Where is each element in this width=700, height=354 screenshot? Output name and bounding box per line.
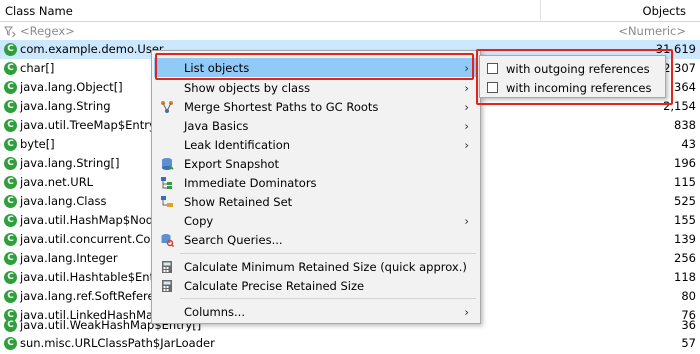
regex-filter-icon [4, 26, 16, 37]
menu-item-copy[interactable]: Copy › [154, 211, 478, 230]
merge-paths-icon [161, 101, 173, 113]
submenu-arrow-icon: › [464, 119, 469, 133]
outgoing-references-icon [487, 63, 498, 74]
class-c-icon: C [4, 214, 17, 227]
submenu-arrow-icon: › [464, 100, 469, 114]
submenu-arrow-icon: › [464, 305, 469, 319]
menu-item-show-retained-set[interactable]: Show Retained Set [154, 192, 478, 211]
class-c-icon: C [4, 176, 17, 189]
class-c-icon: C [4, 81, 17, 94]
menu-item-show-objects-by-class[interactable]: Show objects by class › [154, 78, 478, 97]
class-c-icon: C [4, 119, 17, 132]
submenu-arrow-icon: › [464, 214, 469, 228]
list-objects-submenu: with outgoing references with incoming r… [479, 55, 666, 98]
calculator-icon [162, 280, 172, 292]
menu-item-export-snapshot[interactable]: Export Snapshot [154, 154, 478, 173]
class-c-icon: C [4, 157, 17, 170]
class-c-icon: C [4, 252, 17, 265]
column-header-objects[interactable]: Objects [643, 4, 686, 18]
regex-filter-input[interactable]: <Regex> [20, 24, 75, 38]
search-queries-icon [161, 234, 174, 247]
retained-set-icon [161, 196, 173, 207]
menu-item-leak-identification[interactable]: Leak Identification › [154, 135, 478, 154]
submenu-item-incoming-references[interactable]: with incoming references [482, 78, 663, 97]
submenu-arrow-icon: › [464, 138, 469, 152]
menu-item-calc-min-retained[interactable]: Calculate Minimum Retained Size (quick a… [154, 257, 478, 276]
class-c-icon: C [4, 138, 17, 151]
menu-item-list-objects[interactable]: List objects › [154, 58, 478, 77]
class-c-icon: C [4, 62, 17, 75]
class-c-icon: C [4, 271, 17, 284]
menu-item-search-queries[interactable]: Search Queries... [154, 230, 478, 249]
column-divider[interactable] [540, 0, 541, 22]
export-snapshot-icon [162, 158, 174, 170]
class-c-icon: C [4, 337, 17, 350]
table-header: Class Name Objects [0, 0, 700, 22]
submenu-item-outgoing-references[interactable]: with outgoing references [482, 59, 663, 78]
menu-item-merge-shortest-paths[interactable]: Merge Shortest Paths to GC Roots › [154, 97, 478, 116]
class-c-icon: C [4, 290, 17, 303]
class-c-icon: C [4, 233, 17, 246]
menu-item-columns[interactable]: Columns... › [154, 302, 478, 321]
submenu-arrow-icon: › [464, 81, 469, 95]
incoming-references-icon [487, 82, 498, 93]
class-c-icon: C [4, 319, 17, 332]
dominators-tree-icon [161, 177, 172, 189]
column-header-class-name[interactable]: Class Name [5, 4, 73, 18]
submenu-arrow-icon: › [464, 61, 469, 75]
menu-item-calc-precise-retained[interactable]: Calculate Precise Retained Size [154, 276, 478, 295]
class-c-icon: C [4, 100, 17, 113]
numeric-filter-input[interactable]: <Numeric> [618, 24, 686, 38]
table-row[interactable]: Csun.misc.URLClassPath$JarLoader 57 [0, 334, 700, 353]
context-menu: List objects › Show objects by class › M… [151, 50, 481, 324]
filter-row: <Regex> <Numeric> [0, 22, 700, 40]
class-c-icon: C [4, 43, 17, 56]
menu-separator [180, 298, 476, 299]
menu-item-immediate-dominators[interactable]: Immediate Dominators [154, 173, 478, 192]
menu-item-java-basics[interactable]: Java Basics › [154, 116, 478, 135]
menu-separator [180, 253, 476, 254]
class-c-icon: C [4, 195, 17, 208]
calculator-icon [162, 261, 172, 273]
